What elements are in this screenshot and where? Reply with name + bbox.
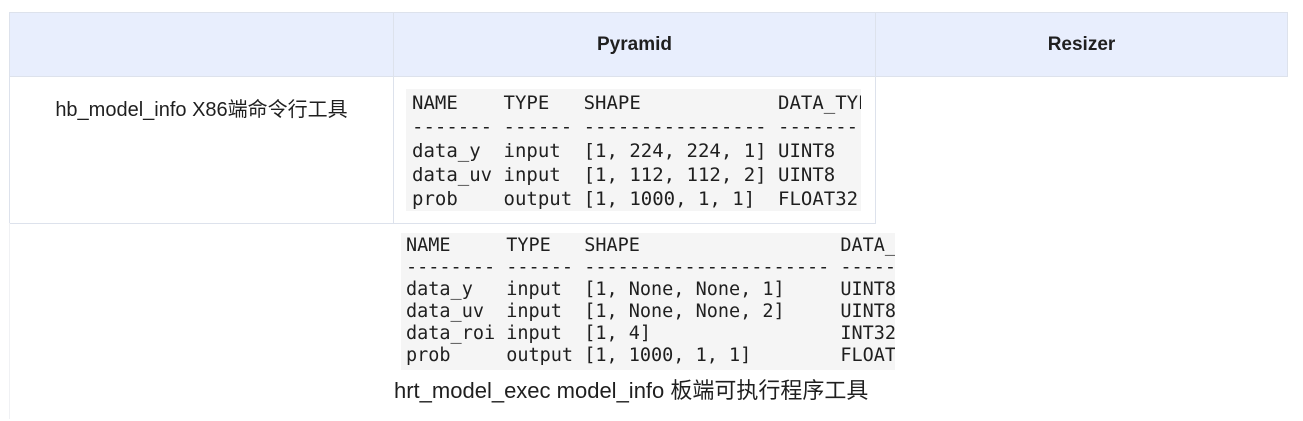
resizer-model-info-code: NAME TYPE SHAPE DATA_TYPE -------- ------… [401,233,895,370]
pyramid-model-info-code: NAME TYPE SHAPE DATA_TYPE ------- ------ … [406,89,861,211]
caption-text: hrt_model_exec model_info 板端可执行程序工具 [394,378,869,403]
code-line: data_roi input [1, 4] INT32 [406,323,895,344]
code-line: data_y input [1, 224, 224, 1] UINT8 [412,140,836,162]
code-line: -------- ------ ---------------------- -… [406,257,895,278]
row-label: hb_model_info X86端命令行工具 [55,99,348,121]
code-line: data_uv input [1, None, None, 2] UINT8 [406,301,895,322]
code-line: prob output [1, 1000, 1, 1] FLOAT32 [406,345,895,366]
code-line: NAME TYPE SHAPE DATA_TYPE [412,92,861,114]
table-row-label-cell: hb_model_info X86端命令行工具 [9,76,394,224]
code-line: data_y input [1, None, None, 1] UINT8 [406,279,895,300]
table-header-pyramid: Pyramid [393,12,876,77]
header-label-pyramid: Pyramid [597,33,672,55]
code-line: prob output [1, 1000, 1, 1] FLOAT32 [412,188,859,210]
code-line: data_uv input [1, 112, 112, 2] UINT8 [412,164,836,186]
header-label-resizer: Resizer [1047,33,1116,55]
table-header-resizer: Resizer [875,12,1288,77]
code-line: NAME TYPE SHAPE DATA_TYPE [406,235,895,256]
table-header-empty [9,12,394,77]
table-border-fragment [9,223,10,419]
code-line: ------- ------ ---------------- --------… [412,116,861,138]
